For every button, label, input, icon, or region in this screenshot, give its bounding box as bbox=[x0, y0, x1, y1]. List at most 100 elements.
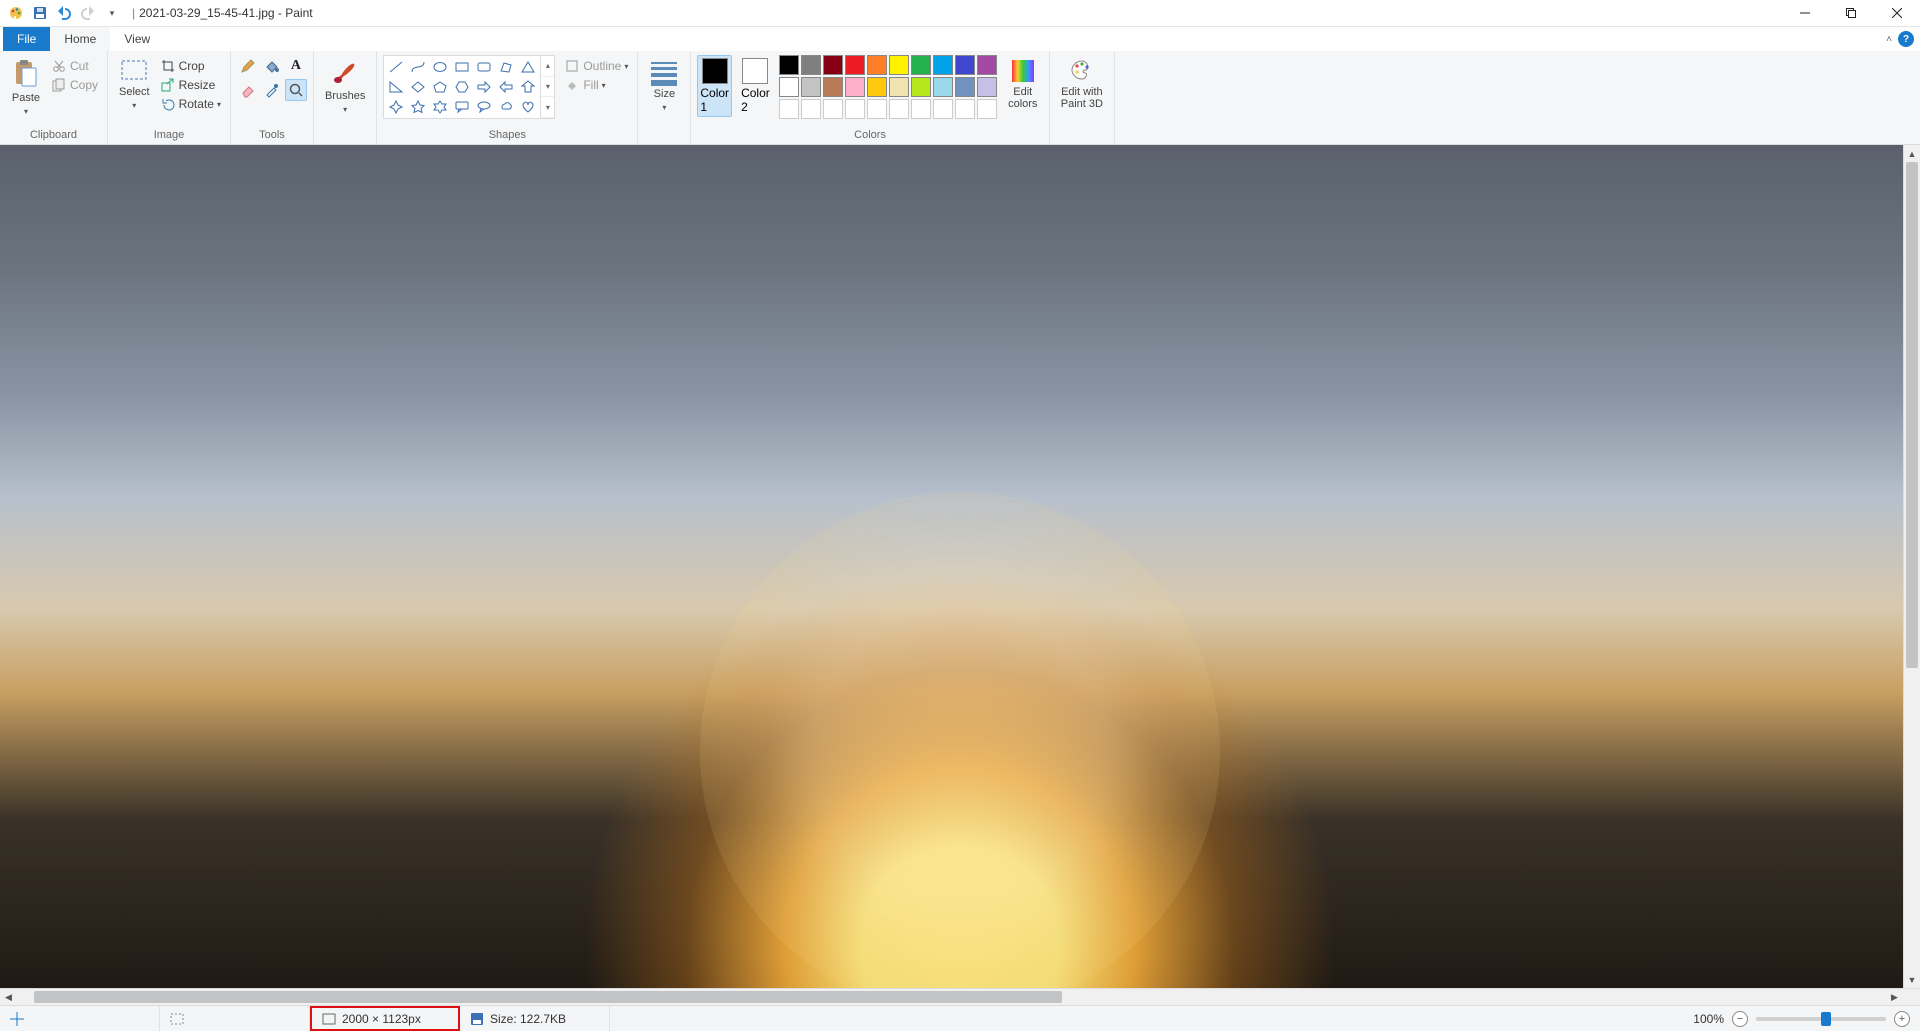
shape-arrow-right[interactable] bbox=[474, 78, 494, 96]
size-button[interactable]: Size ▾ bbox=[644, 55, 684, 115]
vertical-scrollbar[interactable]: ▲ ▼ bbox=[1903, 145, 1920, 988]
shape-rect[interactable] bbox=[452, 58, 472, 76]
palette-empty[interactable] bbox=[911, 99, 931, 119]
zoom-slider[interactable] bbox=[1756, 1017, 1886, 1021]
text-tool[interactable]: A bbox=[285, 55, 307, 77]
palette-color[interactable] bbox=[823, 55, 843, 75]
palette-color[interactable] bbox=[889, 77, 909, 97]
maximize-button[interactable] bbox=[1828, 0, 1874, 27]
qat-customize-icon[interactable]: ▾ bbox=[102, 3, 122, 23]
palette-color[interactable] bbox=[801, 55, 821, 75]
help-icon[interactable]: ? bbox=[1898, 31, 1914, 47]
save-icon[interactable] bbox=[30, 3, 50, 23]
shape-diamond[interactable] bbox=[408, 78, 428, 96]
shape-heart[interactable] bbox=[518, 98, 538, 116]
vscroll-thumb[interactable] bbox=[1906, 162, 1918, 668]
brushes-button[interactable]: Brushes ▾ bbox=[320, 55, 370, 117]
palette-color[interactable] bbox=[889, 55, 909, 75]
shapes-gallery[interactable] bbox=[383, 55, 541, 119]
minimize-button[interactable] bbox=[1782, 0, 1828, 27]
palette-color[interactable] bbox=[845, 55, 865, 75]
palette-color[interactable] bbox=[823, 77, 843, 97]
shapes-scroll[interactable]: ▴▾▾ bbox=[541, 55, 555, 119]
paint-app-icon[interactable] bbox=[6, 3, 26, 23]
horizontal-scrollbar[interactable]: ◀ ▶ bbox=[0, 988, 1920, 1005]
crop-button[interactable]: Crop bbox=[157, 57, 224, 75]
scroll-right-icon[interactable]: ▶ bbox=[1886, 992, 1903, 1003]
palette-color[interactable] bbox=[779, 77, 799, 97]
cut-button[interactable]: Cut bbox=[48, 57, 101, 75]
color2-button[interactable]: Color 2 bbox=[738, 55, 773, 117]
fill-tool[interactable] bbox=[261, 55, 283, 77]
color1-button[interactable]: Color 1 bbox=[697, 55, 732, 117]
palette-empty[interactable] bbox=[801, 99, 821, 119]
palette-empty[interactable] bbox=[845, 99, 865, 119]
shape-outline-button[interactable]: Outline ▾ bbox=[561, 57, 631, 75]
resize-button[interactable]: Resize bbox=[157, 76, 224, 94]
shape-arrow-up[interactable] bbox=[518, 78, 538, 96]
select-button[interactable]: Select ▾ bbox=[114, 55, 155, 113]
shape-arrow-left[interactable] bbox=[496, 78, 516, 96]
palette-color[interactable] bbox=[933, 77, 953, 97]
shape-polygon[interactable] bbox=[496, 58, 516, 76]
shape-triangle[interactable] bbox=[518, 58, 538, 76]
palette-color[interactable] bbox=[977, 77, 997, 97]
palette-empty[interactable] bbox=[955, 99, 975, 119]
shape-pentagon[interactable] bbox=[430, 78, 450, 96]
tab-file[interactable]: File bbox=[3, 27, 50, 51]
palette-empty[interactable] bbox=[823, 99, 843, 119]
palette-empty[interactable] bbox=[889, 99, 909, 119]
palette-color[interactable] bbox=[977, 55, 997, 75]
hscroll-thumb[interactable] bbox=[34, 991, 1062, 1003]
redo-icon[interactable] bbox=[78, 3, 98, 23]
paint3d-button[interactable]: Edit with Paint 3D bbox=[1056, 55, 1108, 113]
shape-line[interactable] bbox=[386, 58, 406, 76]
tab-view[interactable]: View bbox=[110, 27, 164, 51]
shape-star6[interactable] bbox=[430, 98, 450, 116]
palette-empty[interactable] bbox=[779, 99, 799, 119]
scroll-down-icon[interactable]: ▼ bbox=[1904, 971, 1920, 988]
zoom-in-button[interactable]: + bbox=[1894, 1011, 1910, 1027]
shape-star5[interactable] bbox=[408, 98, 428, 116]
palette-color[interactable] bbox=[955, 55, 975, 75]
scroll-up-icon[interactable]: ▲ bbox=[1904, 145, 1920, 162]
palette-color[interactable] bbox=[845, 77, 865, 97]
eraser-tool[interactable] bbox=[237, 79, 259, 101]
palette-empty[interactable] bbox=[933, 99, 953, 119]
collapse-ribbon-icon[interactable]: ˄ bbox=[1886, 34, 1892, 45]
shape-hexagon[interactable] bbox=[452, 78, 472, 96]
shape-fill-button[interactable]: Fill ▾ bbox=[561, 76, 631, 94]
palette-color[interactable] bbox=[911, 77, 931, 97]
hscroll-track[interactable] bbox=[17, 989, 1886, 1005]
shape-star4[interactable] bbox=[386, 98, 406, 116]
palette-empty[interactable] bbox=[977, 99, 997, 119]
magnifier-tool[interactable] bbox=[285, 79, 307, 101]
canvas-image[interactable] bbox=[0, 145, 1920, 988]
palette-color[interactable] bbox=[867, 77, 887, 97]
palette-color[interactable] bbox=[933, 55, 953, 75]
scroll-left-icon[interactable]: ◀ bbox=[0, 992, 17, 1003]
tab-home[interactable]: Home bbox=[50, 27, 110, 51]
rotate-button[interactable]: Rotate ▾ bbox=[157, 95, 224, 113]
pencil-tool[interactable] bbox=[237, 55, 259, 77]
palette-color[interactable] bbox=[867, 55, 887, 75]
copy-button[interactable]: Copy bbox=[48, 76, 101, 94]
palette-empty[interactable] bbox=[867, 99, 887, 119]
edit-colors-button[interactable]: Edit colors bbox=[1003, 55, 1043, 113]
shape-oval[interactable] bbox=[430, 58, 450, 76]
palette-color[interactable] bbox=[955, 77, 975, 97]
shape-curve[interactable] bbox=[408, 58, 428, 76]
shape-right-triangle[interactable] bbox=[386, 78, 406, 96]
zoom-out-button[interactable]: − bbox=[1732, 1011, 1748, 1027]
zoom-thumb[interactable] bbox=[1821, 1012, 1831, 1026]
palette-color[interactable] bbox=[801, 77, 821, 97]
shape-callout-round[interactable] bbox=[474, 98, 494, 116]
shape-callout-cloud[interactable] bbox=[496, 98, 516, 116]
shape-callout-rect[interactable] bbox=[452, 98, 472, 116]
palette-color[interactable] bbox=[911, 55, 931, 75]
shape-roundrect[interactable] bbox=[474, 58, 494, 76]
close-button[interactable] bbox=[1874, 0, 1920, 27]
color-picker-tool[interactable] bbox=[261, 79, 283, 101]
palette-color[interactable] bbox=[779, 55, 799, 75]
paste-button[interactable]: Paste ▾ bbox=[6, 55, 46, 119]
